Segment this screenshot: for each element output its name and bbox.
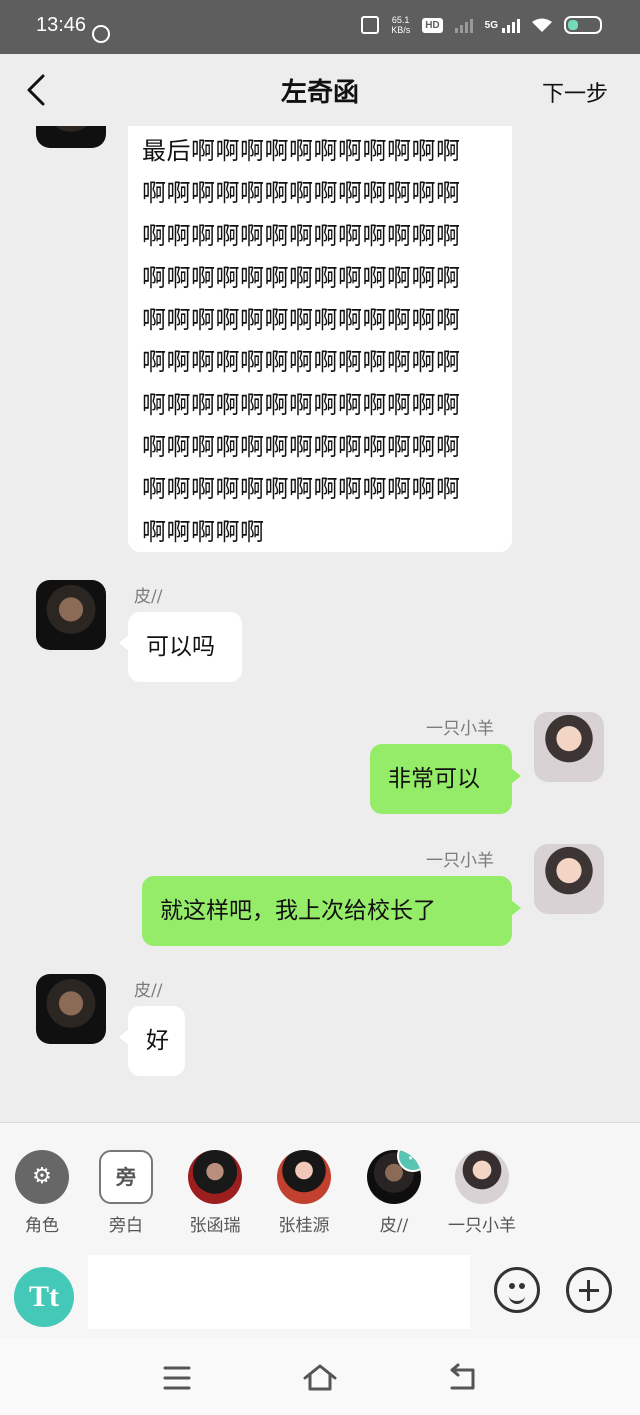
- role-option-manage[interactable]: ⚙ 角色: [0, 1150, 84, 1236]
- role-avatar: [188, 1150, 242, 1204]
- system-navigation-bar: [0, 1338, 640, 1415]
- avatar-xiaoyang: [534, 712, 604, 782]
- role-label: 角色: [25, 1216, 59, 1236]
- message-bubble: 就这样吧，我上次给校长了: [142, 876, 521, 946]
- selected-check-icon: ✓: [397, 1150, 421, 1172]
- role-option-zhang-guiyuan[interactable]: 张桂源: [262, 1150, 346, 1236]
- role-option-xiaoyang[interactable]: 一只小羊: [440, 1150, 524, 1236]
- message-bubble: 可以吗: [119, 612, 242, 682]
- narration-icon: 旁: [99, 1150, 153, 1204]
- signal-icon-secondary: [454, 17, 473, 33]
- message-sender-name: 皮//: [134, 981, 163, 1001]
- next-step-button[interactable]: 下一步: [542, 76, 608, 108]
- battery-icon: [564, 16, 602, 34]
- network-speed: 65.1 KB/s: [391, 15, 410, 35]
- network-speed-unit: KB/s: [391, 25, 411, 35]
- plus-icon[interactable]: [566, 1267, 612, 1313]
- notification-clock-icon: [92, 25, 110, 43]
- emoji-icon[interactable]: [494, 1267, 540, 1313]
- role-avatar: [455, 1150, 509, 1204]
- role-option-zhang-hanrui[interactable]: 张函瑞: [173, 1150, 257, 1236]
- role-label: 皮//: [379, 1216, 409, 1236]
- role-label: 张函瑞: [189, 1216, 241, 1236]
- message-bubble: 非常可以: [370, 744, 521, 814]
- menu-icon[interactable]: [158, 1363, 198, 1393]
- role-label: 张桂源: [278, 1216, 330, 1236]
- vibrate-icon: [361, 16, 380, 34]
- network-speed-value: 65.1: [391, 15, 410, 25]
- message-sender-name: 一只小羊: [426, 851, 494, 871]
- message-sender-name: 一只小羊: [426, 719, 494, 739]
- role-option-narration[interactable]: 旁 旁白: [84, 1150, 168, 1236]
- role-avatar: ✓: [367, 1150, 421, 1204]
- message-bubble: 好: [119, 1006, 185, 1076]
- role-option-pi[interactable]: ✓ 皮//: [352, 1150, 436, 1236]
- status-icons: 65.1 KB/s HD 5G: [361, 15, 602, 35]
- status-bar: 13:46 65.1 KB/s HD 5G: [0, 0, 640, 54]
- message-sender-name: 皮//: [134, 587, 163, 607]
- home-icon[interactable]: [300, 1363, 340, 1393]
- hd-icon: HD: [422, 17, 443, 33]
- user-settings-icon: ⚙: [15, 1150, 69, 1204]
- avatar-pi: [36, 126, 106, 148]
- chat-header: 左奇函 下一步: [0, 54, 640, 126]
- avatar-pi: [36, 974, 106, 1044]
- back-nav-icon[interactable]: [442, 1363, 482, 1393]
- message-input[interactable]: [88, 1255, 470, 1329]
- role-avatar: [277, 1150, 331, 1204]
- role-label: 一只小羊: [448, 1216, 516, 1236]
- avatar-xiaoyang: [534, 844, 604, 914]
- text-style-button[interactable]: Tt: [14, 1267, 74, 1327]
- avatar-pi: [36, 580, 106, 650]
- chat-area[interactable]: 最后啊啊啊啊啊啊啊啊啊啊啊啊啊啊啊啊啊啊啊啊啊啊啊啊啊啊啊啊啊啊啊啊啊啊啊啊啊啊…: [0, 126, 640, 1122]
- message-bubble: 最后啊啊啊啊啊啊啊啊啊啊啊啊啊啊啊啊啊啊啊啊啊啊啊啊啊啊啊啊啊啊啊啊啊啊啊啊啊啊…: [128, 126, 512, 552]
- signal-icon: [502, 17, 520, 33]
- emoji-mouth: [509, 1291, 525, 1304]
- role-label: 旁白: [109, 1216, 143, 1236]
- status-time: 13:46: [36, 14, 87, 36]
- wifi-icon: [532, 18, 552, 32]
- network-type: 5G: [484, 19, 498, 31]
